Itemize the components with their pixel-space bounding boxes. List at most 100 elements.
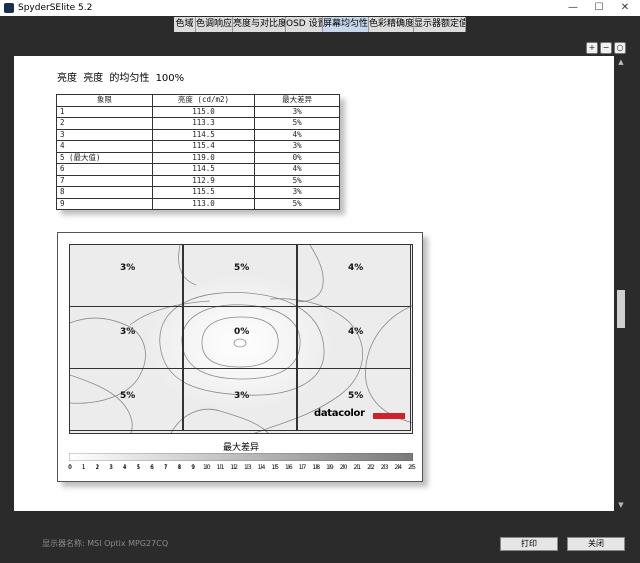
legend-tick-label: 4 [122, 464, 127, 471]
zoom-out-icon[interactable]: − [600, 42, 612, 54]
legend-title: 最大差异 [222, 443, 259, 453]
table-row: 2 113.3 5% [56, 117, 340, 130]
legend-tick-label: 2 [95, 464, 100, 471]
luminance-cell: 112.9 [151, 174, 256, 187]
legend-tick-label: 24 [394, 464, 403, 471]
legend-tick-label: 17 [298, 464, 307, 471]
difference-cell: 3% [254, 140, 340, 153]
quadrant-9-value: 5% [348, 391, 364, 401]
window-title: SpyderSElite 5.2 [18, 3, 93, 13]
scrollbar-thumb[interactable] [617, 290, 625, 328]
report-viewer: 亮度 亮度 的均匀性 100% 象限 亮度 (cd/m2) 最大差异 1 115.… [14, 56, 614, 511]
tab-bar: 色域 色调响应 亮度与对比度 OSD 设置 屏幕均匀性 色彩精确度 显示器额定值 [0, 16, 640, 32]
zoom-in-icon[interactable]: + [586, 42, 598, 54]
luminance-cell: 114.5 [151, 128, 256, 141]
legend-tick-label: 6 [150, 464, 154, 471]
legend-tick-label: 21 [353, 464, 362, 471]
difference-cell: 4% [254, 128, 340, 141]
difference-cell: 5% [254, 117, 340, 130]
table-header-row: 象限 亮度 (cd/m2) 最大差异 [56, 94, 340, 107]
luminance-cell: 115.5 [151, 186, 256, 199]
quadrant-cell: 9 [56, 197, 153, 210]
quadrant-cell: 8 [56, 186, 153, 199]
luminance-cell: 115.0 [151, 105, 256, 118]
report-title-percent: 100% [155, 73, 185, 84]
table-row: 1 115.0 3% [56, 105, 340, 118]
close-window-button[interactable]: ✕ [612, 0, 638, 16]
zoom-fit-icon[interactable]: ○ [614, 42, 626, 54]
legend-tick-label: 20 [339, 464, 348, 471]
legend-tick-label: 18 [312, 464, 321, 471]
report-title-part: 亮度 [57, 73, 77, 84]
quadrant-7-value: 5% [120, 391, 136, 401]
difference-cell: 5% [254, 174, 340, 187]
luminance-cell: 119.0 [151, 151, 256, 164]
tab-tone-response[interactable]: 色调响应 [196, 17, 233, 32]
report-title: 亮度 亮度 的均匀性 100% [57, 69, 187, 84]
window-titlebar: SpyderSElite 5.2 — ☐ ✕ [0, 0, 640, 16]
quadrant-2-value: 5% [234, 263, 250, 273]
quadrant-6 [297, 306, 411, 369]
quadrant-4-value: 3% [120, 327, 136, 337]
table-row: 3 114.5 4% [56, 128, 340, 141]
uniformity-table-container: 象限 亮度 (cd/m2) 最大差异 1 115.0 3% 2 113.3 5% 3 11… [56, 94, 340, 210]
difference-cell: 3% [254, 186, 340, 199]
quadrant-1-value: 3% [120, 263, 136, 273]
quadrant-6-value: 4% [348, 327, 364, 337]
report-title-part: 的均匀性 [109, 73, 150, 84]
luminance-cell: 115.4 [151, 140, 256, 153]
datacolor-logo: datacolor [314, 408, 365, 419]
legend-tick-label: 8 [177, 464, 182, 471]
quadrant-5-value: 0% [234, 327, 250, 337]
quadrant-3 [297, 245, 411, 307]
tab-brightness-contrast[interactable]: 亮度与对比度 [233, 17, 286, 32]
vertical-scrollbar[interactable] [616, 56, 626, 511]
tab-monitor-rating[interactable]: 显示器额定值 [414, 17, 466, 32]
legend-tick-label: 5 [136, 464, 141, 471]
table-row: 9 113.0 5% [56, 197, 340, 210]
tab-color-accuracy[interactable]: 色彩精确度 [369, 17, 414, 32]
luminance-cell: 113.3 [151, 117, 256, 130]
report-title-part: 亮度 [83, 73, 104, 84]
legend-tick-label: 10 [202, 464, 211, 471]
difference-cell: 4% [254, 163, 340, 176]
print-button[interactable]: 打印 [500, 537, 558, 551]
maximize-button[interactable]: ☐ [586, 0, 612, 16]
table-row: 7 112.9 5% [56, 174, 340, 187]
luminance-cell: 114.5 [151, 163, 256, 176]
table-row: 6 114.5 4% [56, 163, 340, 176]
difference-cell: 0% [254, 151, 340, 164]
uniformity-table: 象限 亮度 (cd/m2) 最大差异 1 115.0 3% 2 113.3 5% 3 11… [56, 94, 340, 210]
table-row: 4 115.4 3% [56, 140, 340, 153]
legend-tick-label: 3 [109, 464, 113, 471]
legend-tick-label: 15 [271, 464, 280, 471]
difference-cell: 3% [254, 105, 340, 118]
tab-gamut[interactable]: 色域 [174, 17, 196, 32]
legend-tick-label: 22 [367, 464, 375, 471]
quadrant-cell: 6 [56, 163, 153, 176]
monitor-name-label: 显示器名称: MSI Optix MPG27CQ [42, 539, 169, 548]
column-header: 亮度 (cd/m2) [151, 94, 256, 107]
difference-cell: 5% [254, 197, 340, 210]
column-header: 最大差异 [254, 94, 340, 107]
scroll-down-icon[interactable]: ▼ [616, 500, 626, 510]
legend-tick-label: 25 [408, 464, 416, 471]
minimize-button[interactable]: — [560, 0, 586, 16]
quadrant-4 [70, 306, 183, 369]
legend-tick-label: 16 [285, 464, 293, 471]
tab-screen-uniformity[interactable]: 屏幕均匀性 [323, 17, 369, 32]
uniformity-contour-map: 3% 5% 4% 3% 0% 4% 5% 3% 5% [69, 244, 413, 434]
close-button[interactable]: 关闭 [567, 537, 625, 551]
legend-tick-label: 19 [326, 464, 334, 471]
uniformity-map-panel: 3% 5% 4% 3% 0% 4% 5% 3% 5% datacolor 最大差… [57, 232, 423, 482]
tab-osd-settings[interactable]: OSD 设置 [286, 17, 323, 32]
legend-tick-label: 23 [380, 464, 389, 471]
luminance-cell: 113.0 [151, 197, 256, 210]
column-header: 象限 [56, 94, 153, 107]
scroll-up-icon[interactable]: ▲ [616, 57, 626, 67]
quadrant-cell: 3 [56, 128, 153, 141]
quadrant-cell: 4 [56, 140, 153, 153]
quadrant-cell: 5 (最大值) [56, 151, 153, 164]
legend-tick-label: 13 [244, 464, 252, 471]
legend-tick-label: 9 [191, 464, 196, 471]
